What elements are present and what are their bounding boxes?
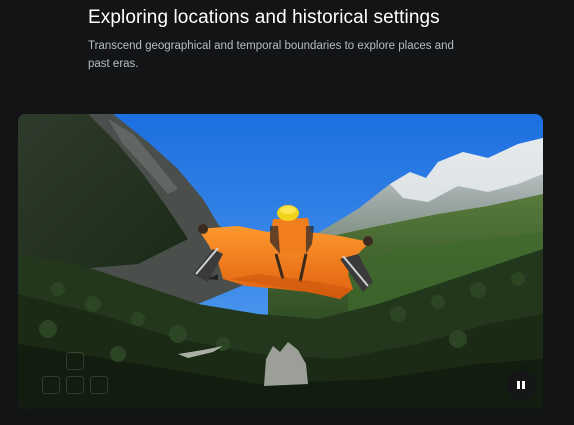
arrow-left-key-icon [42, 376, 60, 394]
arrow-right-key-icon [90, 376, 108, 394]
pause-button[interactable] [506, 370, 536, 400]
page: Exploring locations and historical setti… [0, 0, 574, 425]
pause-icon [517, 381, 525, 389]
arrow-down-key-icon [66, 376, 84, 394]
section-description: Transcend geographical and temporal boun… [88, 40, 454, 70]
keyboard-controls-overlay [40, 352, 112, 402]
section-title: Exploring locations and historical setti… [88, 7, 440, 28]
video-player[interactable] [18, 114, 543, 409]
arrow-up-key-icon [66, 352, 84, 370]
